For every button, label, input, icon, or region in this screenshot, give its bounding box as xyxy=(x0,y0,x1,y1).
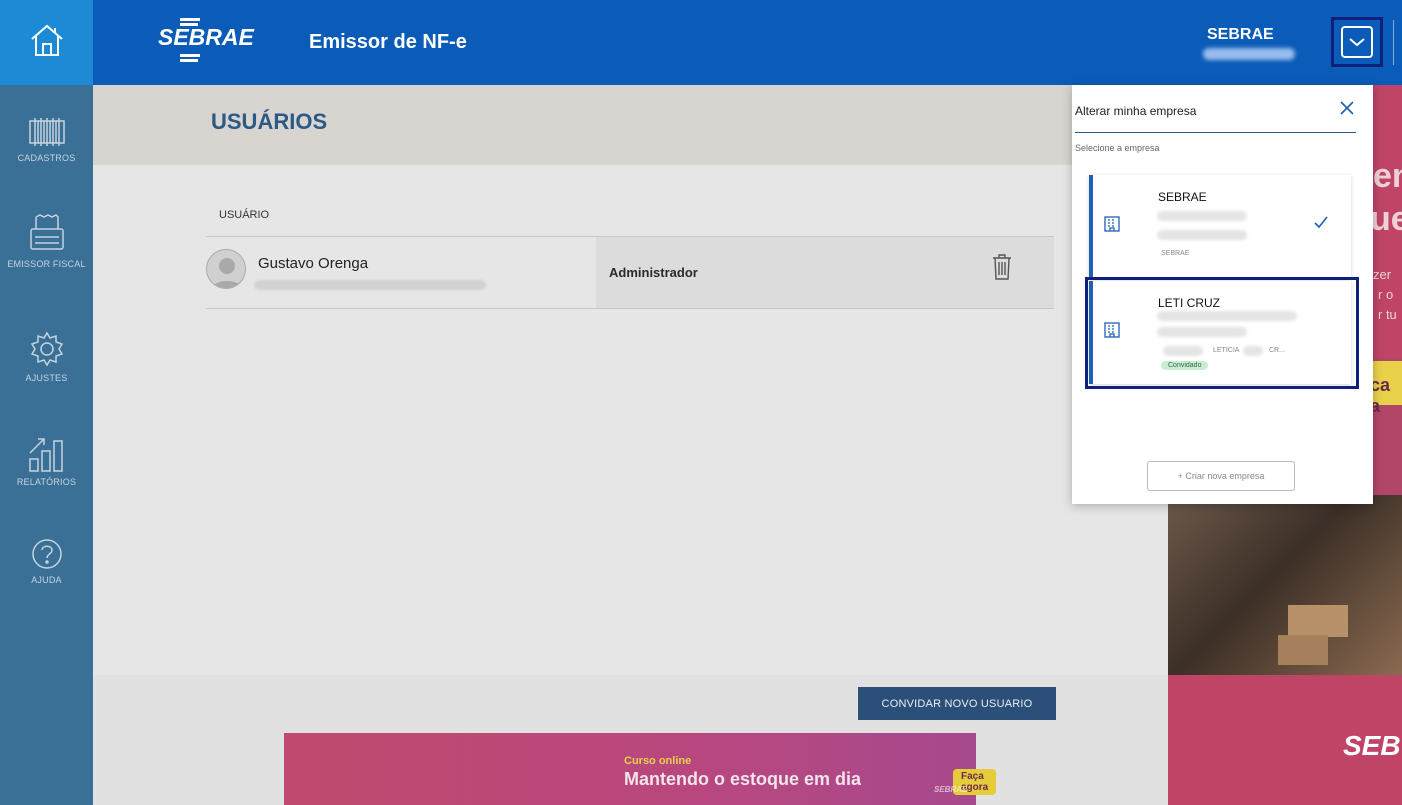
panel-title: Alterar minha empresa xyxy=(1075,104,1197,118)
gear-icon xyxy=(0,329,93,369)
printer-icon xyxy=(0,213,93,255)
sidebar-item-label: AJUDA xyxy=(31,575,62,585)
page-title: USUÁRIOS xyxy=(211,109,328,134)
sidebar-item-label: EMISSOR FISCAL xyxy=(7,259,86,269)
barcode-icon xyxy=(0,115,93,149)
divider xyxy=(206,308,1054,309)
company-card-sebrae[interactable]: SEBRAE SEBRAE xyxy=(1089,175,1351,278)
sidebar: CADASTROS EMISSOR FISCAL AJUSTES RELATÓR… xyxy=(0,85,93,805)
page-header: USUÁRIOS xyxy=(93,85,1168,165)
banner-headline: Mantendo o estoque em dia xyxy=(624,769,862,789)
logo-bar xyxy=(180,54,200,57)
close-icon[interactable] xyxy=(1340,101,1354,120)
user-name: Gustavo Orenga xyxy=(258,255,369,272)
divider xyxy=(1075,132,1356,133)
current-company-detail xyxy=(1203,48,1295,60)
building-icon xyxy=(1103,215,1121,238)
sidebar-item-relatorios[interactable]: RELATÓRIOS xyxy=(0,435,93,488)
logo-bar xyxy=(180,23,198,26)
logo-bar xyxy=(180,59,198,62)
promo-photo-box xyxy=(1278,635,1328,665)
promo-text: ca a xyxy=(1370,375,1391,416)
logo-text: SEBRAE xyxy=(158,24,254,50)
sidebar-item-ajustes[interactable]: AJUSTES xyxy=(0,329,93,384)
company-detail-redacted xyxy=(1157,211,1247,221)
create-company-button[interactable]: + Criar nova empresa xyxy=(1147,461,1295,491)
promo-text: r o xyxy=(1378,287,1394,302)
invite-user-button[interactable]: CONVIDAR NOVO USUARIO xyxy=(858,687,1056,720)
chart-icon xyxy=(0,435,93,473)
promo-text: zer xyxy=(1373,267,1392,282)
top-bar: SEBRAE Emissor de NF-e SEBRAE xyxy=(0,0,1402,85)
avatar xyxy=(206,249,246,289)
promo-text: en xyxy=(1373,157,1402,195)
column-header-usuario: USUÁRIO xyxy=(219,209,270,221)
company-detail-redacted xyxy=(1157,230,1247,240)
sidebar-item-label: CADASTROS xyxy=(17,153,76,163)
banner-kicker: Curso online xyxy=(624,755,692,767)
company-name: SEBRAE xyxy=(1158,190,1207,204)
sidebar-item-label: RELATÓRIOS xyxy=(16,477,77,487)
sidebar-item-ajuda[interactable]: AJUDA xyxy=(0,537,93,586)
main-content: USUÁRIOS USUÁRIO Gustavo Orenga Administ… xyxy=(93,85,1168,805)
promo-text: ue xyxy=(1370,200,1402,238)
sebrae-logo: SEBRAE xyxy=(158,18,254,62)
current-company-name[interactable]: SEBRAE xyxy=(1207,26,1274,44)
company-short-name: SEBRAE xyxy=(1161,250,1190,257)
course-banner[interactable]: Curso online Mantendo o estoque em dia F… xyxy=(284,733,997,805)
home-button[interactable] xyxy=(0,0,93,85)
panel-subtitle: Selecione a empresa xyxy=(1075,143,1160,153)
sidebar-item-cadastros[interactable]: CADASTROS xyxy=(0,115,93,164)
sidebar-item-emissor-fiscal[interactable]: EMISSOR FISCAL xyxy=(0,213,93,270)
user-role: Administrador xyxy=(609,265,698,280)
banner-logo: SEBRAE xyxy=(934,785,968,794)
highlight-frame xyxy=(1085,277,1359,389)
promo-text: r tu xyxy=(1378,307,1397,322)
sidebar-item-label: AJUSTES xyxy=(25,373,68,383)
promo-photo-box xyxy=(1288,605,1348,637)
help-icon xyxy=(0,537,93,571)
trash-icon[interactable] xyxy=(991,253,1013,286)
divider xyxy=(1393,20,1394,65)
logo-bar xyxy=(180,18,200,21)
user-email-redacted xyxy=(254,280,486,290)
check-icon xyxy=(1313,215,1329,234)
promo-logo: SEB xyxy=(1343,730,1401,761)
user-cell xyxy=(206,237,596,309)
chevron-down-icon xyxy=(1341,26,1373,58)
app-title: Emissor de NF-e xyxy=(309,31,467,53)
home-icon xyxy=(26,19,68,66)
company-dropdown-button[interactable] xyxy=(1331,17,1383,67)
